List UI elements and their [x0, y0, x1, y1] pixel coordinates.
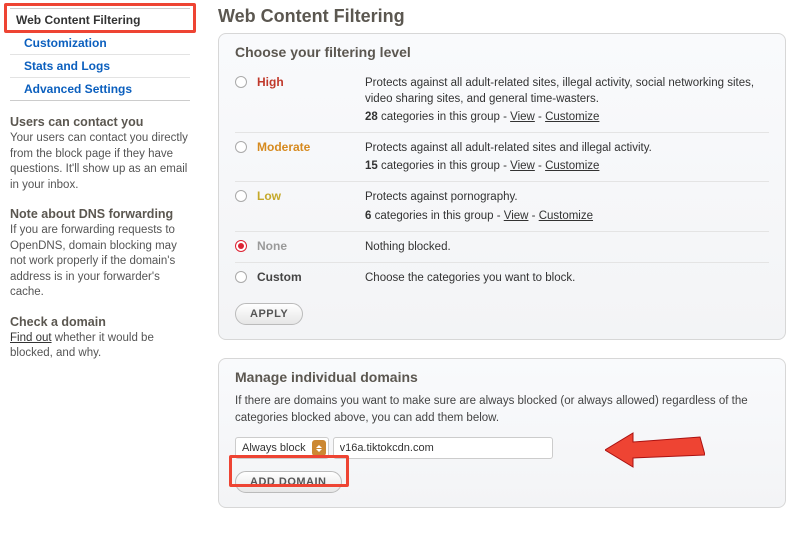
nav-item-web-content-filtering[interactable]: Web Content Filtering	[10, 9, 190, 32]
find-out-link[interactable]: Find out	[10, 332, 52, 344]
view-link[interactable]: View	[510, 160, 535, 172]
filter-cat-text: categories in this group -	[378, 160, 510, 172]
apply-button[interactable]: APPLY	[235, 303, 303, 325]
radio-moderate[interactable]	[235, 141, 247, 153]
filter-desc: Protects against pornography.	[365, 191, 518, 203]
filter-level-label: None	[257, 239, 365, 253]
nav-item-customization[interactable]: Customization	[10, 32, 190, 55]
domain-action-select[interactable]: Always block	[235, 437, 329, 459]
filter-row-none[interactable]: None Nothing blocked.	[235, 232, 769, 263]
filtering-level-rows: High Protects against all adult-related …	[235, 68, 769, 293]
manage-domains-panel: Manage individual domains If there are d…	[218, 358, 786, 509]
sidebar-contact-body: Your users can contact you directly from…	[10, 131, 190, 193]
manage-domains-heading: Manage individual domains	[235, 369, 769, 385]
domain-controls-row: Always block	[235, 437, 769, 459]
sidebar-contact-section: Users can contact you Your users can con…	[10, 115, 190, 193]
add-domain-button[interactable]: ADD DOMAIN	[235, 471, 342, 493]
nav-item-stats-and-logs[interactable]: Stats and Logs	[10, 55, 190, 78]
page-title: Web Content Filtering	[218, 6, 786, 27]
sidebar-check-body: Find out whether it would be blocked, an…	[10, 331, 190, 362]
filter-level-label: Custom	[257, 270, 365, 284]
radio-custom[interactable]	[235, 271, 247, 283]
manage-domains-intro: If there are domains you want to make su…	[235, 393, 769, 428]
view-link[interactable]: View	[504, 210, 529, 222]
filter-row-low[interactable]: Low Protects against pornography. 6 cate…	[235, 182, 769, 231]
radio-high[interactable]	[235, 76, 247, 88]
sidebar: Web Content Filtering Customization Stat…	[0, 0, 200, 536]
nav-item-advanced-settings[interactable]: Advanced Settings	[10, 78, 190, 100]
filter-row-custom[interactable]: Custom Choose the categories you want to…	[235, 263, 769, 293]
sidebar-dns-title: Note about DNS forwarding	[10, 207, 190, 221]
filter-row-moderate[interactable]: Moderate Protects against all adult-rela…	[235, 133, 769, 182]
view-link[interactable]: View	[510, 111, 535, 123]
filter-level-label: Moderate	[257, 140, 365, 154]
radio-none[interactable]	[235, 240, 247, 252]
filter-level-label: Low	[257, 189, 365, 203]
domain-input[interactable]	[333, 437, 553, 459]
sidebar-check-title: Check a domain	[10, 315, 190, 329]
filtering-level-panel: Choose your filtering level High Protect…	[218, 33, 786, 340]
sidebar-nav: Web Content Filtering Customization Stat…	[10, 8, 190, 101]
sidebar-dns-section: Note about DNS forwarding If you are for…	[10, 207, 190, 301]
filter-cat-text: categories in this group -	[371, 210, 503, 222]
filter-row-high[interactable]: High Protects against all adult-related …	[235, 68, 769, 133]
main-content: Web Content Filtering Choose your filter…	[200, 0, 800, 536]
filter-desc: Nothing blocked.	[365, 241, 451, 253]
select-stepper-icon	[312, 440, 326, 456]
filter-count: 28	[365, 111, 378, 123]
sidebar-dns-body: If you are forwarding requests to OpenDN…	[10, 223, 190, 301]
filtering-level-heading: Choose your filtering level	[235, 44, 769, 60]
sidebar-check-section: Check a domain Find out whether it would…	[10, 315, 190, 362]
customize-link[interactable]: Customize	[545, 111, 599, 123]
filter-level-label: High	[257, 75, 365, 89]
filter-desc: Protects against all adult-related sites…	[365, 77, 754, 105]
customize-link[interactable]: Customize	[545, 160, 599, 172]
domain-action-selected: Always block	[242, 442, 306, 454]
filter-count: 15	[365, 160, 378, 172]
radio-low[interactable]	[235, 190, 247, 202]
filter-desc: Choose the categories you want to block.	[365, 272, 575, 284]
annotation-arrow	[605, 425, 705, 478]
sidebar-contact-title: Users can contact you	[10, 115, 190, 129]
filter-cat-text: categories in this group -	[378, 111, 510, 123]
filter-desc: Protects against all adult-related sites…	[365, 142, 652, 154]
customize-link[interactable]: Customize	[539, 210, 593, 222]
